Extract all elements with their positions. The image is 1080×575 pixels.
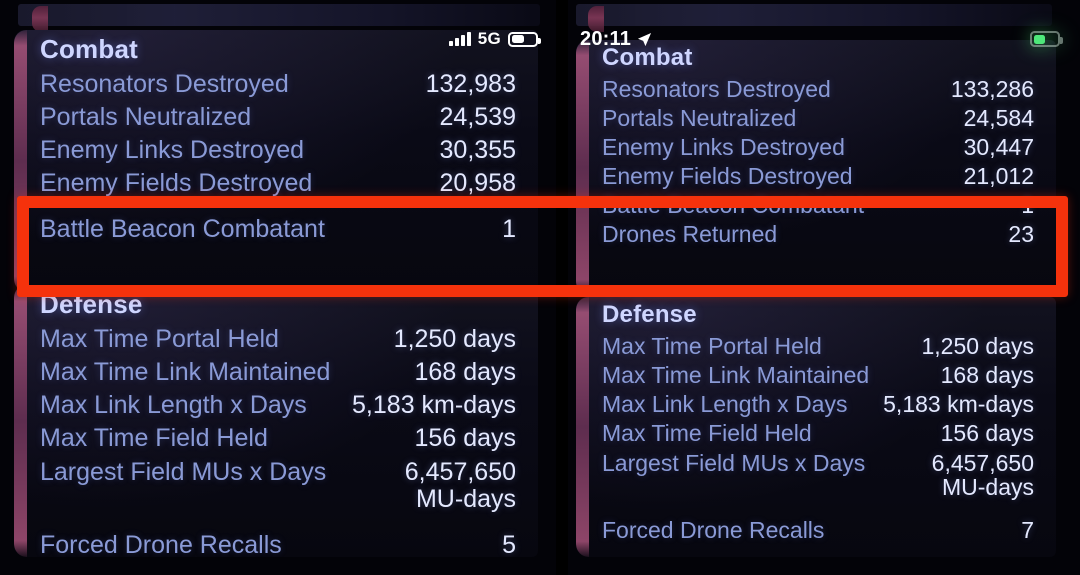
row-value: 21,012 (963, 163, 1034, 189)
table-row: Max Time Field Held 156 days (602, 419, 1034, 448)
table-row: Max Link Length x Days 5,183 km-days (602, 390, 1034, 419)
right-defense-title: Defense (602, 301, 697, 328)
table-row: Enemy Fields Destroyed 20,958 (40, 167, 516, 200)
left-defense-rows: Max Time Portal Held 1,250 days Max Time… (40, 323, 516, 558)
row-label: Max Link Length x Days (602, 391, 848, 417)
table-row: Largest Field MUs x Days 6,457,650 MU-day… (40, 455, 516, 516)
clock-time: 20:11 (580, 27, 632, 50)
row-label: Battle Beacon Combatant (602, 192, 865, 218)
row-label: Max Time Link Maintained (602, 362, 870, 388)
left-status-indicators: 5G (449, 29, 541, 49)
row-value: 5 (502, 531, 516, 558)
left-top-strip (18, 4, 540, 32)
row-label: Max Time Portal Held (602, 333, 822, 359)
table-row: Max Time Portal Held 1,250 days (602, 332, 1034, 361)
row-value: 1,250 days (393, 325, 516, 353)
table-row: Enemy Fields Destroyed 21,012 (602, 162, 1034, 191)
left-combat-rows: Resonators Destroyed 132,983 Portals Neu… (40, 68, 516, 246)
row-label: Forced Drone Recalls (602, 516, 825, 543)
table-row: Max Time Field Held 156 days (40, 422, 516, 455)
row-value: 1 (502, 215, 516, 243)
left-screenshot: 5G Combat Resonators Destroyed 132,983 P… (0, 0, 560, 575)
row-value: 24,584 (963, 105, 1034, 131)
row-value: 5,183 km-days (352, 391, 516, 419)
row-label: Enemy Links Destroyed (40, 136, 305, 164)
table-row: Enemy Links Destroyed 30,355 (40, 134, 516, 167)
left-combat-card: Combat Resonators Destroyed 132,983 Port… (14, 30, 538, 292)
table-row: Max Time Portal Held 1,250 days (40, 323, 516, 356)
row-value: 1 (1021, 192, 1034, 218)
right-defense-rows: Max Time Portal Held 1,250 days Max Time… (602, 332, 1034, 545)
signal-bars-icon (449, 32, 471, 46)
right-defense-card: Defense Max Time Portal Held 1,250 days … (576, 297, 1056, 557)
row-label: Max Time Field Held (602, 420, 812, 446)
left-status-bar: 5G (20, 24, 541, 54)
row-label: Largest Field MUs x Days (602, 450, 866, 476)
row-value: 30,447 (963, 134, 1034, 160)
right-combat-rows: Resonators Destroyed 133,286 Portals Neu… (602, 75, 1034, 249)
table-row: Resonators Destroyed 132,983 (40, 68, 516, 101)
table-row: Portals Neutralized 24,584 (602, 104, 1034, 133)
row-label: Portals Neutralized (602, 105, 797, 131)
screenshot-canvas: 5G Combat Resonators Destroyed 132,983 P… (0, 0, 1080, 575)
row-value: 6,457,650 MU-days (404, 458, 516, 513)
row-label: Enemy Links Destroyed (602, 134, 845, 160)
right-combat-card: Combat Resonators Destroyed 133,286 Port… (576, 40, 1056, 295)
left-defense-title: Defense (40, 289, 143, 319)
table-row: Battle Beacon Combatant 1 (40, 213, 516, 246)
table-row: Enemy Links Destroyed 30,447 (602, 133, 1034, 162)
status-clock: 20:11 (580, 28, 652, 51)
table-row: Battle Beacon Combatant 1 (602, 191, 1034, 220)
table-row: Max Time Link Maintained 168 days (602, 361, 1034, 390)
row-value: 132,983 (425, 70, 516, 98)
table-row: Max Time Link Maintained 168 days (40, 356, 516, 389)
row-label: Max Link Length x Days (40, 391, 307, 419)
left-defense-card: Defense Max Time Portal Held 1,250 days … (14, 285, 538, 557)
right-screenshot: 20:11 Combat Resonators Destroyed 133,28… (560, 0, 1080, 575)
right-status-bar: 20:11 (580, 24, 1063, 54)
row-value: 20,958 (439, 169, 516, 197)
row-label: Max Time Link Maintained (40, 358, 331, 386)
battery-icon (508, 31, 541, 47)
row-value: 24,539 (439, 103, 516, 131)
row-label: Max Time Field Held (40, 424, 268, 452)
row-label: Resonators Destroyed (602, 76, 831, 102)
row-label: Drones Returned (602, 221, 778, 247)
row-label: Battle Beacon Combatant (40, 215, 325, 243)
row-value: 156 days (414, 424, 516, 452)
row-value: 5,183 km-days (883, 391, 1034, 417)
row-value: 7 (1021, 516, 1034, 543)
location-arrow-icon (638, 32, 652, 46)
table-row: Max Link Length x Days 5,183 km-days (40, 389, 516, 422)
row-label: Enemy Fields Destroyed (40, 169, 313, 197)
row-value: 156 days (940, 420, 1034, 446)
network-type-label: 5G (477, 29, 501, 48)
row-label: Portals Neutralized (40, 103, 252, 131)
row-label: Resonators Destroyed (40, 70, 289, 98)
table-row: Drones Returned 23 (602, 220, 1034, 249)
row-value: 1,250 days (921, 333, 1034, 359)
red-highlight-gutter-segment (556, 196, 568, 297)
table-row: Largest Field MUs x Days 6,457,650 MU-day… (602, 448, 1034, 503)
row-label: Enemy Fields Destroyed (602, 163, 853, 189)
row-value: 133,286 (950, 76, 1034, 102)
table-row: Forced Drone Recalls 5 (40, 529, 516, 558)
row-value: 23 (1008, 221, 1034, 247)
battery-icon-green (1030, 31, 1063, 47)
row-value: 168 days (414, 358, 516, 386)
row-value: 30,355 (439, 136, 516, 164)
table-row: Portals Neutralized 24,539 (40, 101, 516, 134)
row-value: 168 days (940, 362, 1034, 388)
row-label: Largest Field MUs x Days (40, 458, 327, 486)
row-value: 6,457,650 MU-days (931, 450, 1034, 501)
right-top-strip (576, 4, 1052, 32)
row-label: Forced Drone Recalls (40, 531, 282, 558)
row-label: Max Time Portal Held (40, 325, 279, 353)
table-row: Forced Drone Recalls 7 (602, 516, 1034, 545)
table-row: Resonators Destroyed 133,286 (602, 75, 1034, 104)
